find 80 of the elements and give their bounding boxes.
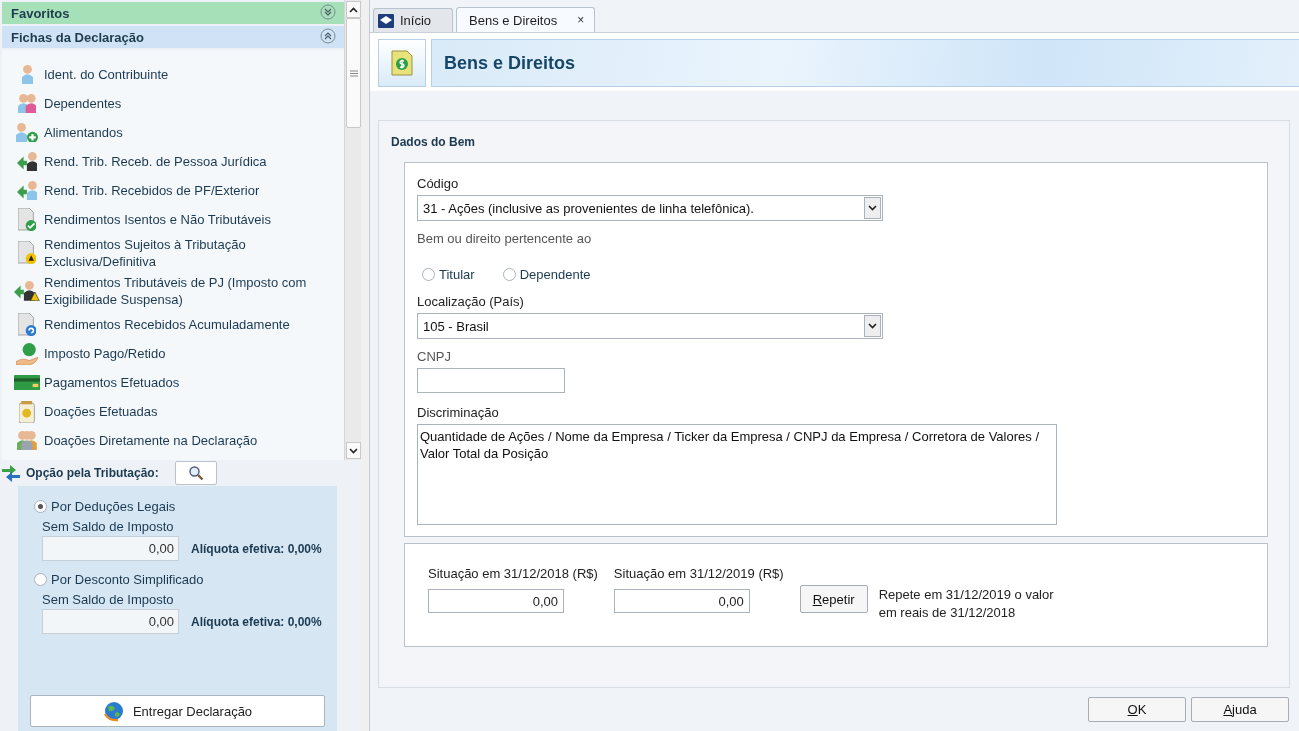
repeat-button[interactable]: Repetir bbox=[799, 585, 868, 613]
taxation-title: Opção pela Tributação: bbox=[26, 466, 159, 480]
tax-value-field: 0,00 bbox=[42, 536, 179, 561]
scroll-thumb-grip-icon[interactable] bbox=[349, 69, 358, 77]
arrow-warning-icon bbox=[14, 281, 40, 301]
tab[interactable]: Bens e Direitos × bbox=[456, 7, 596, 32]
description-field[interactable]: Quantidade de Ações / Nome da Empresa / Ticker da Empresa / CNPJ da Empresa / Corretora de Valores / Valor Total da Posição bbox=[417, 424, 1057, 525]
section-title: Dados do Bem bbox=[391, 135, 476, 149]
field-label: Código bbox=[417, 176, 460, 191]
sidebar-item[interactable]: Rendimentos Tributáveis de PJ (Imposto com Exigibilidade Suspensa) bbox=[2, 272, 344, 310]
document-check-icon bbox=[17, 207, 37, 232]
sidebar-item[interactable]: Rend. Trib. Recebidos de PF/Exterior bbox=[2, 176, 344, 205]
radio-button[interactable] bbox=[34, 499, 47, 513]
document-refresh-icon bbox=[17, 312, 37, 337]
caret-icon bbox=[868, 205, 877, 211]
sidebar-item[interactable]: Imposto Pago/Retido bbox=[2, 339, 344, 368]
search-icon bbox=[187, 465, 204, 481]
field-label: Situação em 31/12/2018 (R$) bbox=[428, 566, 598, 581]
field-label: Bem ou direito pertencente ao bbox=[417, 231, 593, 246]
scrollbar[interactable] bbox=[344, 0, 361, 460]
page-title-banner: Bens e Direitos bbox=[431, 39, 1299, 87]
favorites-header[interactable]: Favoritos bbox=[2, 2, 344, 24]
tax-value-field: 0,00 bbox=[42, 609, 179, 634]
field-label: Discriminação bbox=[417, 405, 500, 420]
dialog-button[interactable]: OK bbox=[1088, 697, 1186, 722]
sidebar-item[interactable]: Pagamentos Efetuados bbox=[2, 368, 344, 397]
country-dropdown[interactable]: 105 - Brasil bbox=[417, 313, 883, 339]
radio-button[interactable] bbox=[34, 572, 47, 586]
field-label: Localização (País) bbox=[417, 294, 525, 309]
globe-icon bbox=[102, 700, 125, 722]
code-dropdown[interactable]: 31 - Ações (inclusive as provenientes de linha telefônica). bbox=[417, 195, 883, 221]
people-icon bbox=[17, 93, 37, 114]
sidebar-item[interactable]: Doações Efetuadas bbox=[2, 397, 344, 426]
amount-field[interactable]: 0,00 bbox=[428, 589, 564, 613]
sidebar-item[interactable]: Doações Diretamente na Declaração bbox=[2, 426, 344, 455]
repeat-note: Repete em 31/12/2019 o valor em reais de 31/12/2018 bbox=[878, 586, 1055, 622]
taxation-option[interactable]: Por Deduções Legais bbox=[34, 496, 337, 516]
field-label: CNPJ bbox=[417, 349, 452, 364]
people-group-icon bbox=[17, 430, 37, 451]
radio-button[interactable] bbox=[422, 267, 435, 281]
effective-rate: Alíquota efetiva: 0,00% bbox=[191, 614, 322, 629]
search-button[interactable] bbox=[174, 461, 217, 485]
sidebar-item[interactable]: Rendimentos Recebidos Acumuladamente bbox=[2, 310, 344, 339]
section-header[interactable]: Fichas da Declaração bbox=[2, 26, 344, 48]
field-label: Situação em 31/12/2019 (R$) bbox=[613, 566, 784, 581]
amount-field[interactable]: 0,00 bbox=[613, 589, 750, 613]
submit-declaration-button[interactable]: Entregar Declaração bbox=[30, 695, 325, 727]
taxation-option[interactable]: Por Desconto Simplificado bbox=[34, 569, 337, 589]
expand-icon[interactable] bbox=[320, 3, 336, 20]
swap-arrows-icon bbox=[2, 463, 20, 483]
home-logo-icon bbox=[378, 13, 394, 28]
arrow-person-icon bbox=[16, 151, 38, 172]
sidebar-item[interactable]: Ident. do Contribuinte bbox=[2, 60, 344, 89]
money-jar-icon bbox=[19, 400, 35, 423]
scroll-up-icon[interactable] bbox=[348, 6, 358, 13]
arrow-person-icon bbox=[16, 180, 38, 201]
money-hand-icon bbox=[16, 342, 38, 365]
sidebar-item[interactable]: Rendimentos Isentos e Não Tributáveis bbox=[2, 205, 344, 234]
caret-icon bbox=[868, 323, 877, 329]
person-add-icon bbox=[16, 122, 38, 143]
document-warning-icon bbox=[17, 241, 37, 265]
radio-button[interactable] bbox=[502, 267, 516, 281]
collapse-icon[interactable] bbox=[320, 27, 336, 44]
owner-option[interactable]: Dependente bbox=[502, 264, 591, 284]
cnpj-field[interactable] bbox=[417, 368, 565, 393]
tax-status: Sem Saldo de Imposto bbox=[41, 592, 175, 607]
effective-rate: Alíquota efetiva: 0,00% bbox=[191, 541, 322, 556]
sidebar-item[interactable]: Alimentandos bbox=[2, 118, 344, 147]
money-document-icon bbox=[391, 50, 413, 76]
dialog-button[interactable]: Ajuda bbox=[1191, 697, 1289, 722]
sidebar-item[interactable]: Dependentes bbox=[2, 89, 344, 118]
sidebar-item[interactable]: Rendimentos Sujeitos à Tributação Exclusiva/Definitiva bbox=[2, 234, 344, 272]
tab[interactable]: Início bbox=[373, 8, 453, 32]
credit-card-icon bbox=[13, 374, 41, 391]
owner-option[interactable]: Titular bbox=[422, 264, 475, 284]
close-tab-button[interactable]: × bbox=[577, 13, 585, 27]
sidebar-item[interactable]: Rend. Trib. Receb. de Pessoa Jurídica bbox=[2, 147, 344, 176]
tax-status: Sem Saldo de Imposto bbox=[41, 519, 175, 534]
scroll-down-icon[interactable] bbox=[348, 447, 358, 454]
person-icon bbox=[21, 64, 33, 85]
